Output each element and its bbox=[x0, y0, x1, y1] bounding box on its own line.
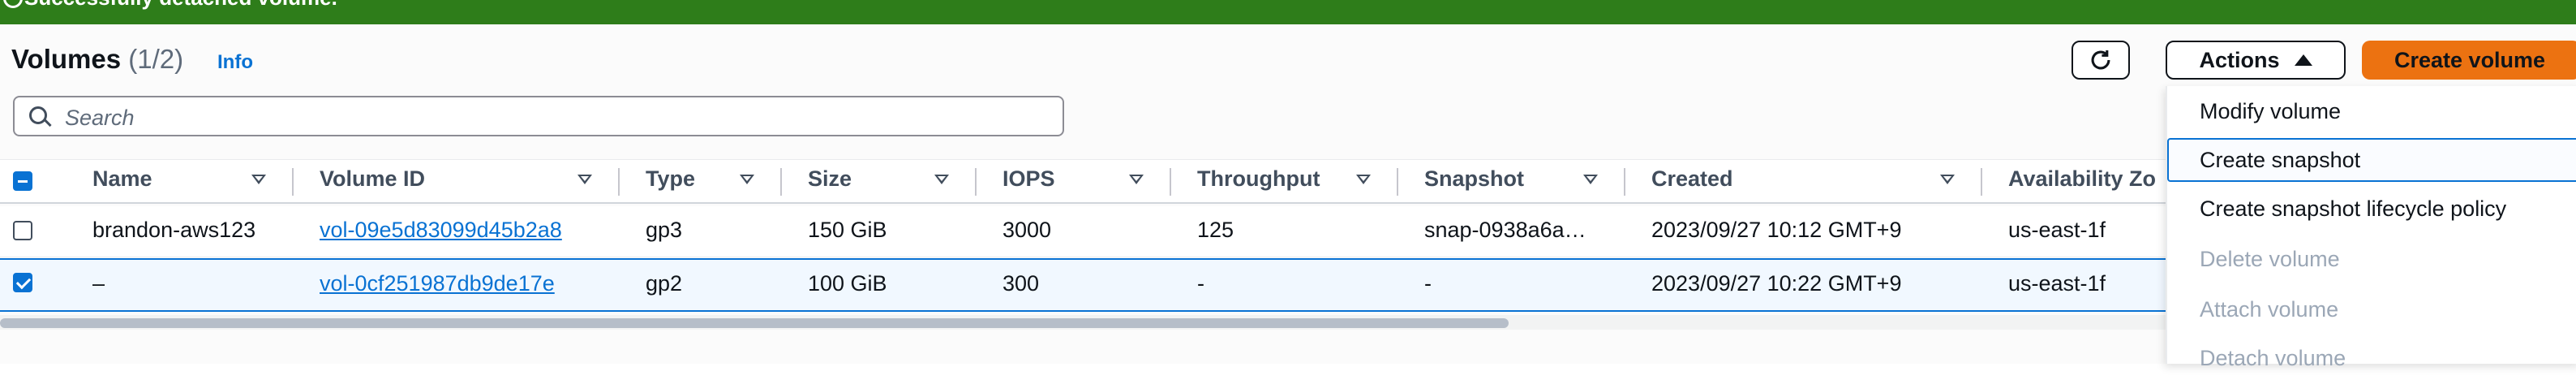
sort-icon[interactable] bbox=[251, 175, 266, 184]
cell-throughput: - bbox=[1197, 271, 1204, 296]
cell-name: brandon-aws123 bbox=[92, 218, 256, 242]
sort-icon[interactable] bbox=[1940, 175, 1955, 184]
search-input[interactable]: Search bbox=[13, 96, 1064, 136]
column-divider bbox=[1624, 168, 1625, 196]
actions-button[interactable]: Actions bbox=[2166, 41, 2346, 80]
menu-item-create-snapshot-lifecycle-policy[interactable]: Create snapshot lifecycle policy bbox=[2167, 187, 2576, 231]
row-checkbox[interactable] bbox=[13, 273, 32, 292]
success-icon bbox=[3, 0, 23, 8]
sort-icon[interactable] bbox=[934, 175, 949, 184]
cell-type: gp3 bbox=[646, 218, 683, 242]
banner-text: Successfully detached volume. bbox=[24, 0, 337, 11]
column-header-throughput[interactable]: Throughput bbox=[1197, 166, 1320, 192]
sort-icon[interactable] bbox=[577, 175, 592, 184]
info-link[interactable]: Info bbox=[217, 51, 253, 74]
selection-count: (1/2) bbox=[128, 44, 184, 74]
column-divider bbox=[1170, 168, 1171, 196]
cell-snapshot: snap-0938a6a… bbox=[1424, 218, 1586, 242]
menu-item-attach-volume: Attach volume bbox=[2200, 297, 2339, 322]
column-divider bbox=[975, 168, 977, 196]
page-title: Volumes (1/2) bbox=[11, 44, 183, 75]
select-all-checkbox[interactable] bbox=[13, 171, 32, 191]
cell-throughput: 125 bbox=[1197, 218, 1234, 242]
cell-iops: 300 bbox=[1002, 271, 1040, 296]
sort-icon[interactable] bbox=[740, 175, 754, 184]
column-divider bbox=[780, 168, 782, 196]
title-text: Volumes bbox=[11, 44, 122, 74]
cell-availability-zone: us-east-1f bbox=[2008, 271, 2106, 296]
menu-item-modify-volume[interactable]: Modify volume bbox=[2167, 89, 2576, 133]
column-divider bbox=[1981, 168, 1982, 196]
search-icon bbox=[29, 106, 47, 124]
cell-size: 150 GiB bbox=[808, 218, 887, 242]
column-divider bbox=[1397, 168, 1398, 196]
scrollbar-thumb[interactable] bbox=[0, 318, 1509, 328]
refresh-icon bbox=[2091, 50, 2110, 70]
actions-label: Actions bbox=[2199, 47, 2280, 72]
success-banner: Successfully detached volume. bbox=[0, 0, 2576, 24]
column-divider bbox=[618, 168, 620, 196]
create-volume-label: Create volume bbox=[2394, 47, 2546, 72]
column-divider bbox=[292, 168, 294, 196]
sort-icon[interactable] bbox=[1129, 175, 1144, 184]
cell-availability-zone: us-east-1f bbox=[2008, 218, 2106, 242]
volume-id-link[interactable]: vol-0cf251987db9de17e bbox=[320, 271, 555, 296]
column-header-size[interactable]: Size bbox=[808, 166, 852, 192]
column-header-name[interactable]: Name bbox=[92, 166, 152, 192]
actions-dropdown-menu: Modify volume Create snapshot Create sna… bbox=[2166, 86, 2576, 370]
cell-type: gp2 bbox=[646, 271, 683, 296]
column-header-iops[interactable]: IOPS bbox=[1002, 166, 1055, 192]
column-header-snapshot[interactable]: Snapshot bbox=[1424, 166, 1524, 192]
create-volume-button[interactable]: Create volume bbox=[2362, 41, 2576, 80]
sort-icon[interactable] bbox=[1356, 175, 1371, 184]
column-header-volume-id[interactable]: Volume ID bbox=[320, 166, 425, 192]
column-header-availability-zone[interactable]: Availability Zo bbox=[2008, 166, 2156, 192]
column-header-created[interactable]: Created bbox=[1651, 166, 1733, 192]
cell-created: 2023/09/27 10:12 GMT+9 bbox=[1651, 218, 1902, 242]
search-placeholder: Search bbox=[65, 106, 135, 130]
column-header-type[interactable]: Type bbox=[646, 166, 695, 192]
caret-up-icon bbox=[2294, 54, 2312, 66]
cell-size: 100 GiB bbox=[808, 271, 887, 296]
menu-item-create-snapshot[interactable]: Create snapshot bbox=[2167, 138, 2576, 182]
cell-created: 2023/09/27 10:22 GMT+9 bbox=[1651, 271, 1902, 296]
sort-icon[interactable] bbox=[1583, 175, 1598, 184]
volume-id-link[interactable]: vol-09e5d83099d45b2a8 bbox=[320, 218, 562, 243]
cell-snapshot: - bbox=[1424, 271, 1432, 296]
cell-name: – bbox=[92, 271, 105, 296]
menu-item-delete-volume: Delete volume bbox=[2200, 247, 2340, 271]
menu-item-detach-volume: Detach volume bbox=[2200, 346, 2346, 370]
cell-iops: 3000 bbox=[1002, 218, 1052, 242]
refresh-button[interactable] bbox=[2072, 41, 2130, 80]
row-checkbox[interactable] bbox=[13, 221, 32, 240]
